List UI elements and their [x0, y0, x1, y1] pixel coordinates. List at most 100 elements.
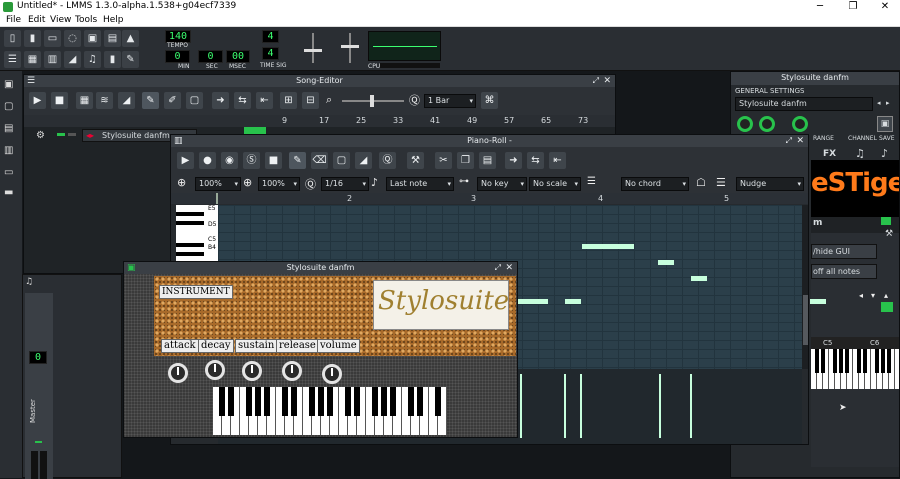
midi-tab-icon[interactable]: ♫ [855, 147, 865, 160]
pr-pitchbend-icon[interactable]: ◢ [355, 152, 372, 169]
export-icon[interactable]: ▤ [104, 30, 121, 47]
plugin-close[interactable]: ✕ [505, 262, 513, 274]
minimize-button[interactable]: ─ [805, 0, 835, 14]
master-channel[interactable]: 0 Master [25, 293, 53, 479]
black-key[interactable] [281, 387, 289, 416]
piano-roll-timeline[interactable]: 2 3 4 5 [171, 193, 808, 204]
piano-roll-close[interactable]: ✕ [796, 135, 804, 147]
plugin-keyboard[interactable] [213, 387, 447, 435]
panning-knob[interactable] [759, 116, 775, 132]
piano-roll-vscroll[interactable] [802, 205, 808, 369]
master-pitch-slider[interactable] [337, 33, 363, 63]
remove-bar-icon[interactable]: ⊟ [302, 92, 319, 109]
black-key[interactable] [416, 387, 424, 416]
instrument-name-field[interactable]: Stylosuite danfm [735, 97, 873, 111]
home-icon[interactable]: ▭ [4, 167, 13, 178]
pr-cut-icon[interactable]: ✂ [435, 152, 452, 169]
zoom-slider[interactable] [342, 95, 404, 107]
pr-loop-icon[interactable]: ⇆ [527, 152, 544, 169]
draw-mode-icon[interactable]: ✎ [142, 92, 159, 109]
insert-bar-icon[interactable]: ⊞ [280, 92, 297, 109]
black-key[interactable] [407, 387, 415, 416]
chord-combo[interactable]: No chord ▾ [621, 177, 689, 191]
snap-combo[interactable]: 1 Bar ▾ [424, 94, 476, 108]
black-key[interactable] [245, 387, 253, 416]
pr-record-icon[interactable]: ● [199, 152, 216, 169]
all-notes-off-button[interactable]: off all notes [811, 264, 877, 279]
add-automation-track-icon[interactable]: ◢ [118, 92, 135, 109]
pr-play-icon[interactable]: ▶ [177, 152, 194, 169]
show-gui-button[interactable]: /hide GUI [811, 244, 877, 259]
master-mute-led[interactable] [35, 441, 42, 443]
note-length-combo[interactable]: Last note ▾ [386, 177, 454, 191]
automation-editor-icon[interactable]: ◢ [64, 51, 81, 68]
project-notes-icon[interactable]: ✎ [122, 51, 139, 68]
master-volume-slider[interactable] [300, 33, 326, 63]
play-icon[interactable]: ▶ [29, 92, 46, 109]
save-icon[interactable]: ▣ [84, 30, 101, 47]
quantize-combo[interactable]: 1/16 ▾ [321, 177, 369, 191]
controller-rack-icon[interactable]: ▮ [104, 51, 121, 68]
metronome-icon[interactable]: ▲ [122, 30, 139, 47]
release-knob[interactable] [282, 361, 302, 381]
edit-mode-icon[interactable]: ✐ [164, 92, 181, 109]
enable-led[interactable] [881, 217, 891, 225]
white-key[interactable] [895, 349, 899, 389]
black-key[interactable] [880, 349, 886, 373]
black-key[interactable] [344, 387, 352, 416]
black-key[interactable] [874, 349, 880, 373]
song-editor-maximize[interactable]: ⤢ [593, 75, 599, 87]
oscilloscope[interactable] [368, 31, 441, 61]
pr-select-icon[interactable]: ▢ [333, 152, 350, 169]
prev-preset-icon[interactable]: ◂ [877, 99, 881, 107]
black-key[interactable] [886, 349, 892, 373]
black-key[interactable] [371, 387, 379, 416]
pr-paste-icon[interactable]: ▤ [479, 152, 496, 169]
samples-icon[interactable]: ▤ [4, 123, 13, 134]
misc-tab-icon[interactable]: ♪ [881, 147, 888, 160]
black-key[interactable] [326, 387, 334, 416]
black-key[interactable] [856, 349, 862, 373]
maximize-button[interactable]: ❐ [838, 0, 868, 14]
black-key[interactable] [308, 387, 316, 416]
pr-record-arrow-icon[interactable]: ➜ [505, 152, 522, 169]
pr-erase-icon[interactable]: ⌫ [311, 152, 328, 169]
ghost-icon[interactable]: ☖ [696, 176, 706, 189]
piano-roll-keyboard[interactable]: E5 D5 C5 B4 [176, 205, 218, 265]
gear-icon[interactable]: ⚙ [36, 130, 45, 141]
timesig-numerator[interactable]: 4 [262, 30, 279, 43]
save-preset-icon[interactable]: ▣ [877, 116, 893, 132]
scale-combo[interactable]: No scale ▾ [529, 177, 581, 191]
zoom-h-combo[interactable]: 100% ▾ [195, 177, 241, 191]
pr-tools-icon[interactable]: ⚒ [407, 152, 424, 169]
new-from-template-icon[interactable]: ▮ [24, 30, 41, 47]
track-solo-led[interactable] [68, 133, 76, 136]
proportional-snap-icon[interactable]: ⌘ [481, 92, 498, 109]
track-mute-led[interactable] [57, 133, 65, 136]
octave-down-icon[interactable]: ◂ [859, 291, 863, 300]
octave-up-down-icon[interactable]: ▾ [871, 291, 875, 300]
close-button[interactable]: ✕ [870, 0, 900, 14]
nudge-combo[interactable]: Nudge ▾ [736, 177, 804, 191]
menu-tools[interactable]: Tools [75, 15, 97, 25]
loop-icon[interactable]: ⇆ [234, 92, 251, 109]
add-sample-track-icon[interactable]: ≋ [96, 92, 113, 109]
black-key[interactable] [820, 349, 826, 373]
menu-file[interactable]: File [6, 15, 21, 25]
volume-knob[interactable] [737, 116, 753, 132]
volume-knob[interactable] [322, 364, 342, 384]
rewind-icon[interactable]: ⇤ [256, 92, 273, 109]
stop-icon[interactable]: ■ [51, 92, 68, 109]
song-editor-close[interactable]: ✕ [603, 75, 611, 87]
beat-editor-icon[interactable]: ▦ [24, 51, 41, 68]
black-key[interactable] [838, 349, 844, 373]
black-key[interactable] [317, 387, 325, 416]
attack-knob[interactable] [168, 363, 188, 383]
black-key[interactable] [862, 349, 868, 373]
select-mode-icon[interactable]: ▢ [186, 92, 203, 109]
black-key[interactable] [218, 387, 226, 416]
pitch-knob[interactable] [792, 116, 808, 132]
pr-rewind-icon[interactable]: ⇤ [549, 152, 566, 169]
projects-icon[interactable]: ▢ [4, 101, 13, 112]
menu-help[interactable]: Help [103, 15, 124, 25]
